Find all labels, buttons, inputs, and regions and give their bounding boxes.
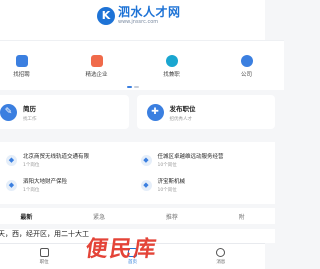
app-header: K 泗水人才网 www.jnssrc.com xyxy=(0,0,265,40)
company-icon: ◆ xyxy=(6,154,17,166)
building-icon xyxy=(90,55,103,67)
company-icon: ◆ xyxy=(6,179,17,191)
action-cards: ✎ 简历 找工作 ✚ 发布职位 招优秀人才 xyxy=(0,95,275,129)
company-item[interactable]: ◆ 任城区卓越维远动服务经营 10个岗位 xyxy=(133,148,268,172)
people-icon xyxy=(240,55,253,67)
tab-urgent[interactable]: 紧急 xyxy=(93,212,105,221)
company-icon: ◆ xyxy=(140,179,152,191)
tab-latest[interactable]: 最新 xyxy=(20,212,32,221)
carousel-dot[interactable] xyxy=(134,86,139,88)
carousel-dot[interactable] xyxy=(127,86,132,88)
site-name: 泗水人才网 xyxy=(118,5,181,19)
quick-link-companies[interactable]: 精选企业 xyxy=(65,41,129,90)
company-item[interactable]: ◆ 济宝斯机械 10个岗位 xyxy=(133,173,268,197)
watermark: 便民库 xyxy=(83,237,160,262)
quick-link-jobs[interactable]: 找招聘 xyxy=(0,41,54,90)
quick-link-parttime[interactable]: 找兼职 xyxy=(140,41,204,90)
doc-icon: ✎ xyxy=(0,103,17,121)
briefcase-icon xyxy=(15,55,28,67)
post-icon: ✚ xyxy=(146,103,164,121)
nav-jobs[interactable]: 职位 xyxy=(22,248,66,265)
company-item[interactable]: ◆ 北京商贸无线轨道交通有限 1个岗位 xyxy=(0,148,133,172)
quick-link-company[interactable]: 公司 xyxy=(215,41,279,90)
logo-icon: K xyxy=(97,6,115,25)
carousel-dots xyxy=(127,86,139,89)
quick-links: 找招聘 精选企业 找兼职 公司 xyxy=(0,40,284,90)
tab-recommended[interactable]: 推荐 xyxy=(166,212,178,221)
post-job-card[interactable]: ✚ 发布职位 招优秀人才 xyxy=(136,95,275,129)
briefcase-icon xyxy=(39,248,49,257)
chat-icon xyxy=(216,248,226,257)
company-list: ◆ 北京商贸无线轨道交通有限 1个岗位 ◆ 任城区卓越维远动服务经营 10个岗位… xyxy=(0,142,275,204)
company-icon: ◆ xyxy=(140,154,152,166)
job-tabs: 最新 紧急 推荐 附 xyxy=(0,208,275,224)
site-logo[interactable]: K 泗水人才网 www.jnssrc.com xyxy=(97,6,181,25)
nav-messages[interactable]: 消息 xyxy=(199,248,243,265)
clock-icon xyxy=(165,55,178,67)
resume-card[interactable]: ✎ 简历 找工作 xyxy=(0,95,129,129)
company-item[interactable]: ◆ 泗阳大地财产保险 1个岗位 xyxy=(0,173,133,197)
site-url: www.jnssrc.com xyxy=(118,19,159,25)
tab-nearby[interactable]: 附 xyxy=(239,212,245,221)
